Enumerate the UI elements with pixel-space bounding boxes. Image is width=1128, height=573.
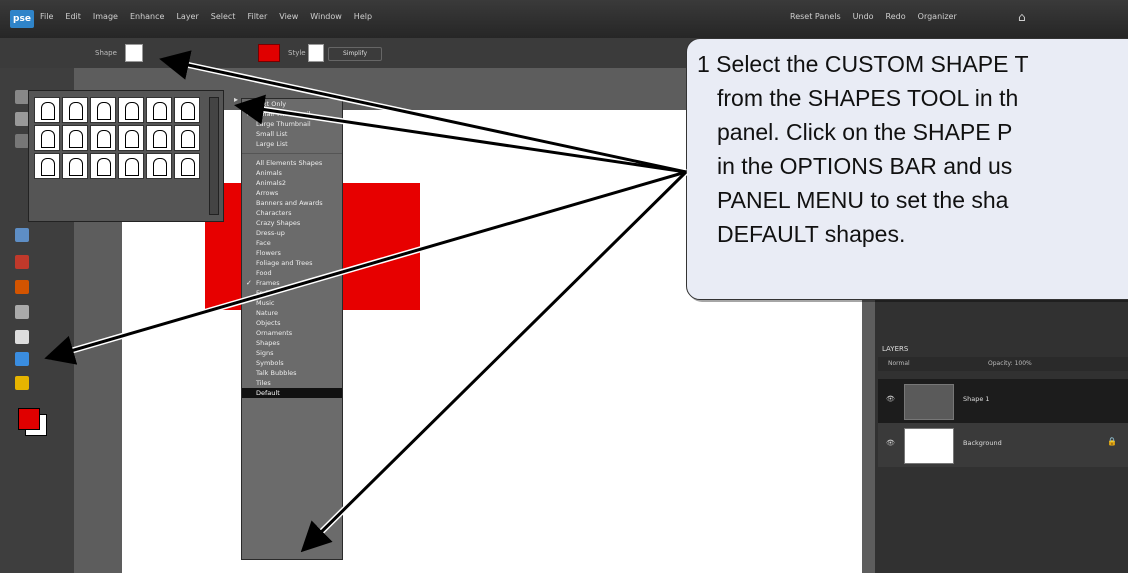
annotation-arrows [44, 50, 689, 553]
arrow-to-panel-menu [234, 94, 687, 174]
arrow-to-shape-picker [159, 50, 687, 174]
